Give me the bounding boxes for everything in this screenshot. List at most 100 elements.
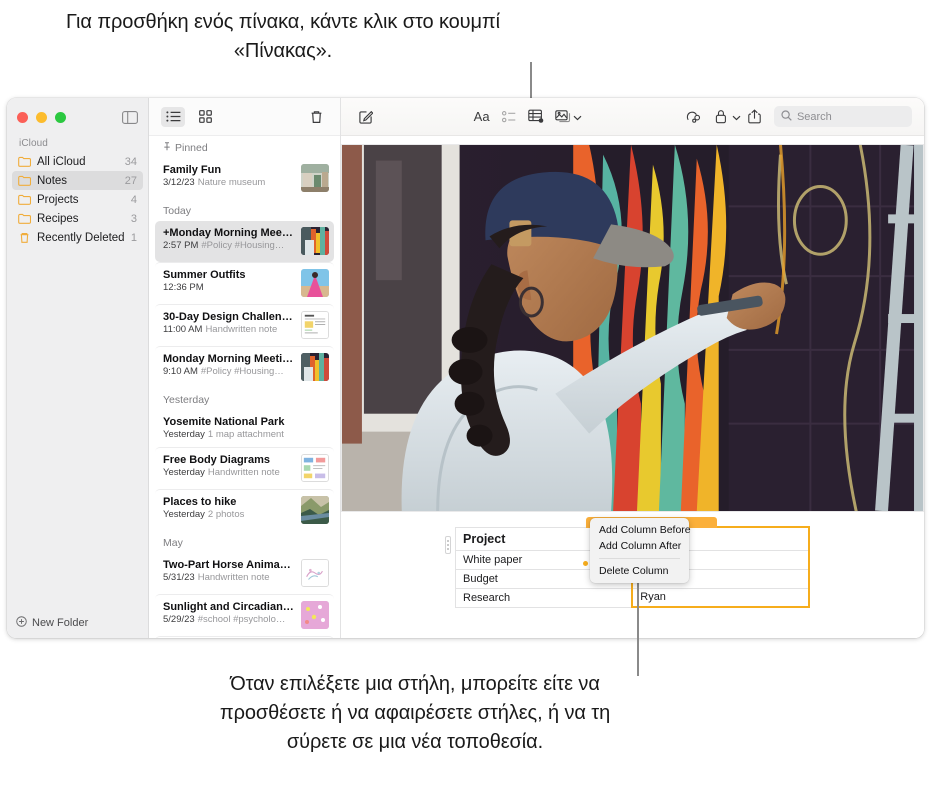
note-meta: Yesterday 1 map attachment — [163, 429, 284, 440]
sidebar: iCloud All iCloud 34 Notes 27 Projects 4… — [7, 98, 149, 638]
note-meta: 2:57 PM #Policy #Housing… — [163, 240, 285, 251]
note-text: Yosemite National Park Yesterday 1 map at… — [163, 416, 329, 440]
list-item[interactable]: Summer Outfits 12:36 PM — [155, 262, 334, 304]
note-title: Monday Morning Meeting — [163, 353, 294, 365]
row-handle-icon[interactable] — [445, 536, 451, 554]
menu-separator — [599, 558, 680, 559]
list-item[interactable]: Places to hike Yesterday 2 photos — [155, 489, 334, 531]
notes-group-label: Yesterday — [163, 394, 210, 406]
search-icon — [781, 109, 792, 124]
minimize-window-button[interactable] — [36, 111, 47, 123]
note-text: Places to hike Yesterday 2 photos — [163, 496, 294, 520]
note-photo — [341, 144, 924, 512]
sidebar-item-label: Projects — [37, 193, 79, 206]
notes-group-label: Pinned — [175, 142, 208, 154]
list-view-icon[interactable] — [161, 106, 185, 127]
menu-item-add-column-after[interactable]: Add Column After — [590, 538, 689, 554]
sidebar-item-count: 34 — [124, 155, 137, 168]
list-item[interactable]: Sunlight and Circadian… 5/29/23 #school #… — [155, 594, 334, 636]
notes-group-header: May — [149, 531, 340, 553]
list-item[interactable]: Free Body Diagrams Yesterday Handwritten … — [155, 447, 334, 489]
note-meta: 9:10 AM #Policy #Housing… — [163, 366, 284, 377]
list-item[interactable]: Yosemite National Park Yesterday 1 map at… — [155, 410, 334, 447]
notes-group-header: Yesterday — [149, 388, 340, 410]
list-item[interactable]: Monday Morning Meeting 9:10 AM #Policy #H… — [155, 346, 334, 388]
close-window-button[interactable] — [17, 111, 28, 123]
sidebar-item-recently-deleted[interactable]: Recently Deleted 1 — [12, 228, 143, 247]
menu-item-add-column-before[interactable]: Add Column Before — [590, 522, 691, 538]
list-item[interactable]: 30-Day Design Challen… 11:00 AM Handwritt… — [155, 304, 334, 346]
sidebar-item-projects[interactable]: Projects 4 — [12, 190, 143, 209]
trash-icon[interactable] — [304, 107, 328, 127]
note-text: +Monday Morning Mee… 2:57 PM #Policy #Hou… — [163, 227, 294, 251]
note-meta: 3/12/23 Nature museum — [163, 177, 266, 188]
search-input[interactable]: Search — [773, 106, 913, 127]
note-title: Summer Outfits — [163, 269, 246, 281]
share-icon[interactable] — [741, 105, 768, 129]
note-title: Yosemite National Park — [163, 416, 285, 428]
note-meta: Yesterday 2 photos — [163, 509, 245, 520]
sidebar-item-count: 27 — [124, 174, 137, 187]
notes-app-window: iCloud All iCloud 34 Notes 27 Projects 4… — [7, 98, 924, 638]
note-title: Sunlight and Circadian… — [163, 601, 294, 613]
checklist-icon[interactable] — [495, 105, 522, 129]
sidebar-item-recipes[interactable]: Recipes 3 — [12, 209, 143, 228]
sidebar-item-label: All iCloud — [37, 155, 86, 168]
sidebar-item-label: Notes — [37, 174, 68, 187]
note-meta: 11:00 AM Handwritten note — [163, 324, 278, 335]
menu-item-delete-column[interactable]: Delete Column — [590, 563, 689, 579]
notes-list-toolbar — [149, 98, 340, 136]
notes-list-scroll[interactable]: Pinned Family Fun 3/12/23Nature museum — [149, 136, 340, 638]
list-item[interactable]: Two-Part Horse Anima… 5/31/23 Handwritten… — [155, 553, 334, 594]
sidebar-item-all-icloud[interactable]: All iCloud 34 — [12, 152, 143, 171]
note-text: Sunlight and Circadian… 5/29/23 #school #… — [163, 601, 294, 625]
note-meta: 5/31/23 Handwritten note — [163, 572, 270, 583]
table-icon[interactable] — [522, 105, 549, 129]
callout-top-text: Για προσθήκη ενός πίνακα, κάντε κλικ στο… — [66, 11, 500, 62]
note-thumbnail — [301, 353, 329, 381]
zoom-window-button[interactable] — [55, 111, 66, 123]
markup-icon[interactable] — [681, 105, 708, 129]
list-item[interactable]: Nature Walks — [155, 636, 334, 638]
note-meta: Yesterday Handwritten note — [163, 467, 280, 478]
note-title: Free Body Diagrams — [163, 454, 270, 466]
folder-icon — [18, 213, 31, 225]
notes-group-header: Pinned — [149, 136, 340, 158]
chevron-down-icon[interactable] — [732, 108, 741, 126]
note-thumbnail — [301, 164, 329, 192]
new-folder-label: New Folder — [32, 617, 89, 629]
notes-group-header: Today — [149, 199, 340, 221]
notes-list-pane: Pinned Family Fun 3/12/23Nature museum — [149, 98, 341, 638]
lock-icon[interactable] — [708, 105, 735, 129]
table-cell[interactable]: Research — [455, 587, 633, 608]
compose-icon[interactable] — [353, 105, 380, 129]
sidebar-toggle-icon[interactable] — [122, 110, 138, 124]
folder-icon — [18, 175, 31, 187]
note-title: 30-Day Design Challen… — [163, 311, 293, 323]
notes-group-label: Today — [163, 205, 192, 217]
table-cell[interactable]: Ryan — [631, 587, 810, 608]
note-thumbnail — [301, 454, 329, 482]
list-item[interactable]: +Monday Morning Mee… 2:57 PM #Policy #Hou… — [155, 221, 334, 262]
format-aa-button[interactable]: Aa — [468, 105, 495, 129]
gallery-view-icon[interactable] — [193, 107, 217, 127]
note-title: +Monday Morning Mee… — [163, 227, 293, 239]
media-icon[interactable] — [549, 105, 576, 129]
note-meta: 5/29/23 #school #psycholo… — [163, 614, 286, 625]
note-text: Summer Outfits 12:36 PM — [163, 269, 294, 293]
note-thumbnail — [301, 559, 329, 587]
new-folder-button[interactable]: New Folder — [7, 608, 148, 638]
sidebar-titlebar — [7, 98, 148, 136]
note-title: Places to hike — [163, 496, 237, 508]
chevron-down-icon[interactable] — [573, 108, 582, 126]
sidebar-section-label: iCloud — [19, 138, 48, 149]
sidebar-item-notes[interactable]: Notes 27 — [12, 171, 143, 190]
table-row: Research Ryan — [455, 587, 810, 608]
column-resize-dot[interactable] — [583, 561, 588, 566]
trash-icon — [18, 232, 31, 244]
note-title: Family Fun — [163, 164, 222, 176]
list-item[interactable]: Family Fun 3/12/23 Nature museum — [155, 158, 334, 199]
callout-bottom-text: Όταν επιλέξετε μια στήλη, μπορείτε είτε … — [219, 673, 611, 753]
folder-icon — [18, 156, 31, 168]
column-context-menu[interactable]: Add Column Before Add Column After Delet… — [590, 518, 691, 583]
